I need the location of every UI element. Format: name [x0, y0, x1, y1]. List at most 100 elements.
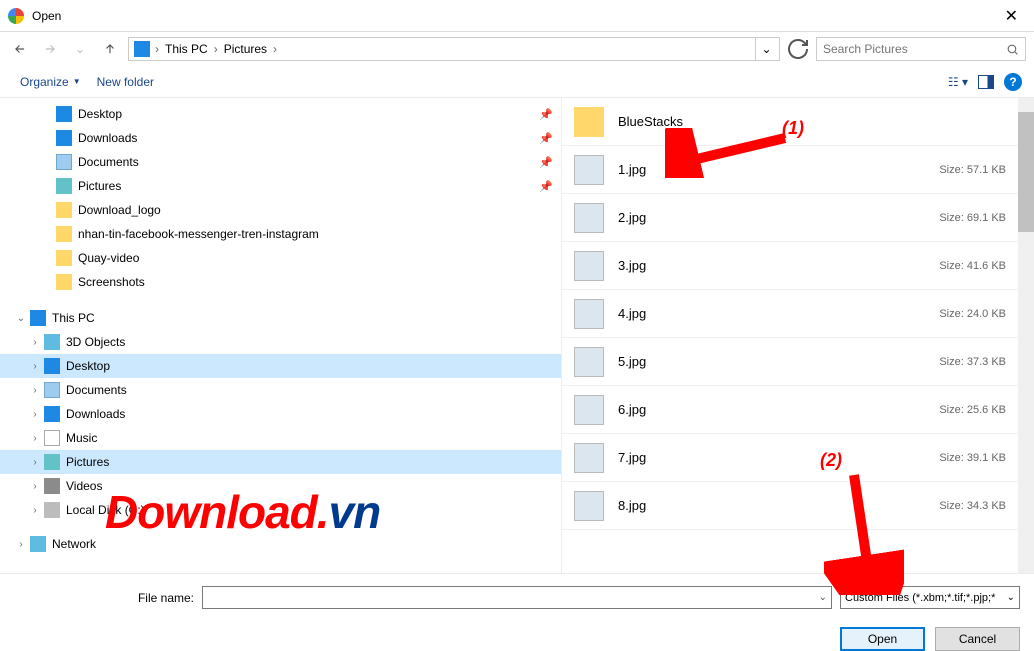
- tree-item[interactable]: ›Downloads: [0, 402, 561, 426]
- expand-icon[interactable]: ›: [28, 385, 42, 396]
- tree-item[interactable]: Pictures 📌: [0, 174, 561, 198]
- file-thumbnail: [574, 443, 604, 473]
- chevron-down-icon: ⌄: [1007, 592, 1015, 603]
- ico-folder-icon: [56, 226, 72, 242]
- file-row[interactable]: 5.jpgSize: 37.3 KB: [562, 338, 1034, 386]
- file-size: Size: 69.1 KB: [939, 212, 1006, 224]
- file-row[interactable]: 8.jpgSize: 34.3 KB: [562, 482, 1034, 530]
- cancel-button[interactable]: Cancel: [935, 627, 1020, 651]
- view-mode-icon[interactable]: ☷ ▾: [948, 75, 968, 89]
- nav-forward-icon[interactable]: [38, 37, 62, 61]
- file-name: 7.jpg: [618, 450, 939, 465]
- search-icon: [1006, 43, 1019, 56]
- close-icon[interactable]: ✕: [997, 2, 1026, 30]
- file-size: Size: 24.0 KB: [939, 308, 1006, 320]
- tree-item[interactable]: nhan-tin-facebook-messenger-tren-instagr…: [0, 222, 561, 246]
- pc-icon: [134, 41, 150, 57]
- pin-icon: 📌: [539, 108, 553, 121]
- nav-bar: ⌄ › This PC › Pictures › ⌄: [0, 32, 1034, 66]
- chevron-right-icon[interactable]: ›: [155, 42, 159, 56]
- pin-icon: 📌: [539, 156, 553, 169]
- breadcrumb[interactable]: › This PC › Pictures › ⌄: [128, 37, 780, 61]
- file-name: 4.jpg: [618, 306, 939, 321]
- nav-back-icon[interactable]: [8, 37, 32, 61]
- preview-pane-icon[interactable]: [978, 75, 994, 89]
- expand-icon[interactable]: ›: [28, 361, 42, 372]
- file-row[interactable]: 4.jpgSize: 24.0 KB: [562, 290, 1034, 338]
- new-folder-button[interactable]: New folder: [89, 71, 162, 93]
- file-size: Size: 34.3 KB: [939, 500, 1006, 512]
- ico-docs-icon: [44, 382, 60, 398]
- annotation-label-1: (1): [782, 118, 804, 139]
- file-row[interactable]: 7.jpgSize: 39.1 KB: [562, 434, 1034, 482]
- nav-up-icon[interactable]: [98, 37, 122, 61]
- chevron-right-icon[interactable]: ›: [273, 42, 277, 56]
- tree-item[interactable]: › 3D Objects: [0, 330, 561, 354]
- tree-item-label: Documents: [78, 155, 139, 169]
- tree-item[interactable]: ›Pictures: [0, 450, 561, 474]
- ico-pics-icon: [56, 178, 72, 194]
- filename-input[interactable]: ⌄: [202, 586, 832, 609]
- filetype-dropdown[interactable]: Custom Files (*.xbm;*.tif;*.pjp;*⌄: [840, 586, 1020, 609]
- tree-item[interactable]: Desktop📌: [0, 102, 561, 126]
- ico-folder-icon: [56, 250, 72, 266]
- ico-desktop-icon: [44, 358, 60, 374]
- watermark: Download.vn: [105, 485, 380, 539]
- tree-item-label: Pictures: [78, 179, 121, 193]
- file-name: 3.jpg: [618, 258, 939, 273]
- scrollbar-thumb[interactable]: [1018, 112, 1034, 232]
- file-row[interactable]: 2.jpgSize: 69.1 KB: [562, 194, 1034, 242]
- tree-item[interactable]: ›Documents: [0, 378, 561, 402]
- file-row[interactable]: 6.jpgSize: 25.6 KB: [562, 386, 1034, 434]
- expand-icon[interactable]: ›: [28, 337, 42, 348]
- tree-item[interactable]: ⌄This PC: [0, 306, 561, 330]
- tree-item[interactable]: ›Desktop: [0, 354, 561, 378]
- tree-item[interactable]: Screenshots: [0, 270, 561, 294]
- tree-item[interactable]: Quay-video: [0, 246, 561, 270]
- organize-button[interactable]: Organize▼: [12, 71, 89, 93]
- file-name: 5.jpg: [618, 354, 939, 369]
- file-size: Size: 37.3 KB: [939, 356, 1006, 368]
- tree-item[interactable]: Download_logo: [0, 198, 561, 222]
- tree-item[interactable]: ›Music: [0, 426, 561, 450]
- ico-downloads-icon: [56, 130, 72, 146]
- ico-net-icon: [30, 536, 46, 552]
- app-icon: [8, 8, 24, 24]
- tree-item[interactable]: Documents 📌: [0, 150, 561, 174]
- tree-item-label: Download_logo: [78, 203, 161, 217]
- file-row[interactable]: 1.jpgSize: 57.1 KB: [562, 146, 1034, 194]
- file-row[interactable]: 3.jpgSize: 41.6 KB: [562, 242, 1034, 290]
- search-input[interactable]: [816, 37, 1026, 61]
- expand-icon[interactable]: ›: [28, 481, 42, 492]
- search-field[interactable]: [823, 42, 1006, 56]
- chevron-down-icon[interactable]: ⌄: [815, 592, 831, 603]
- tree-item-label: Network: [52, 537, 96, 551]
- file-thumbnail: [574, 491, 604, 521]
- breadcrumb-folder[interactable]: Pictures: [220, 39, 271, 59]
- tree-item-label: Quay-video: [78, 251, 139, 265]
- expand-icon[interactable]: ›: [14, 539, 28, 550]
- breadcrumb-root[interactable]: This PC: [161, 39, 212, 59]
- filename-label: File name:: [14, 591, 194, 605]
- tree-item-label: 3D Objects: [66, 335, 125, 349]
- expand-icon[interactable]: ›: [28, 433, 42, 444]
- toolbar: Organize▼ New folder ☷ ▾ ?: [0, 66, 1034, 98]
- ico-docs-icon: [56, 154, 72, 170]
- file-thumbnail: [574, 395, 604, 425]
- expand-icon[interactable]: ⌄: [14, 313, 28, 324]
- expand-icon[interactable]: ›: [28, 457, 42, 468]
- file-list[interactable]: BlueStacks1.jpgSize: 57.1 KB2.jpgSize: 6…: [562, 98, 1034, 573]
- breadcrumb-dropdown-icon[interactable]: ⌄: [755, 38, 777, 60]
- ico-videos-icon: [44, 478, 60, 494]
- expand-icon[interactable]: ›: [28, 505, 42, 516]
- titlebar: Open ✕: [0, 0, 1034, 32]
- help-icon[interactable]: ?: [1004, 73, 1022, 91]
- open-button[interactable]: Open: [840, 627, 925, 651]
- chevron-right-icon[interactable]: ›: [214, 42, 218, 56]
- pin-icon: 📌: [539, 180, 553, 193]
- tree-item[interactable]: Downloads📌: [0, 126, 561, 150]
- expand-icon[interactable]: ›: [28, 409, 42, 420]
- refresh-icon[interactable]: [786, 37, 810, 61]
- ico-desktop-icon: [56, 106, 72, 122]
- chevron-down-icon[interactable]: ⌄: [68, 37, 92, 61]
